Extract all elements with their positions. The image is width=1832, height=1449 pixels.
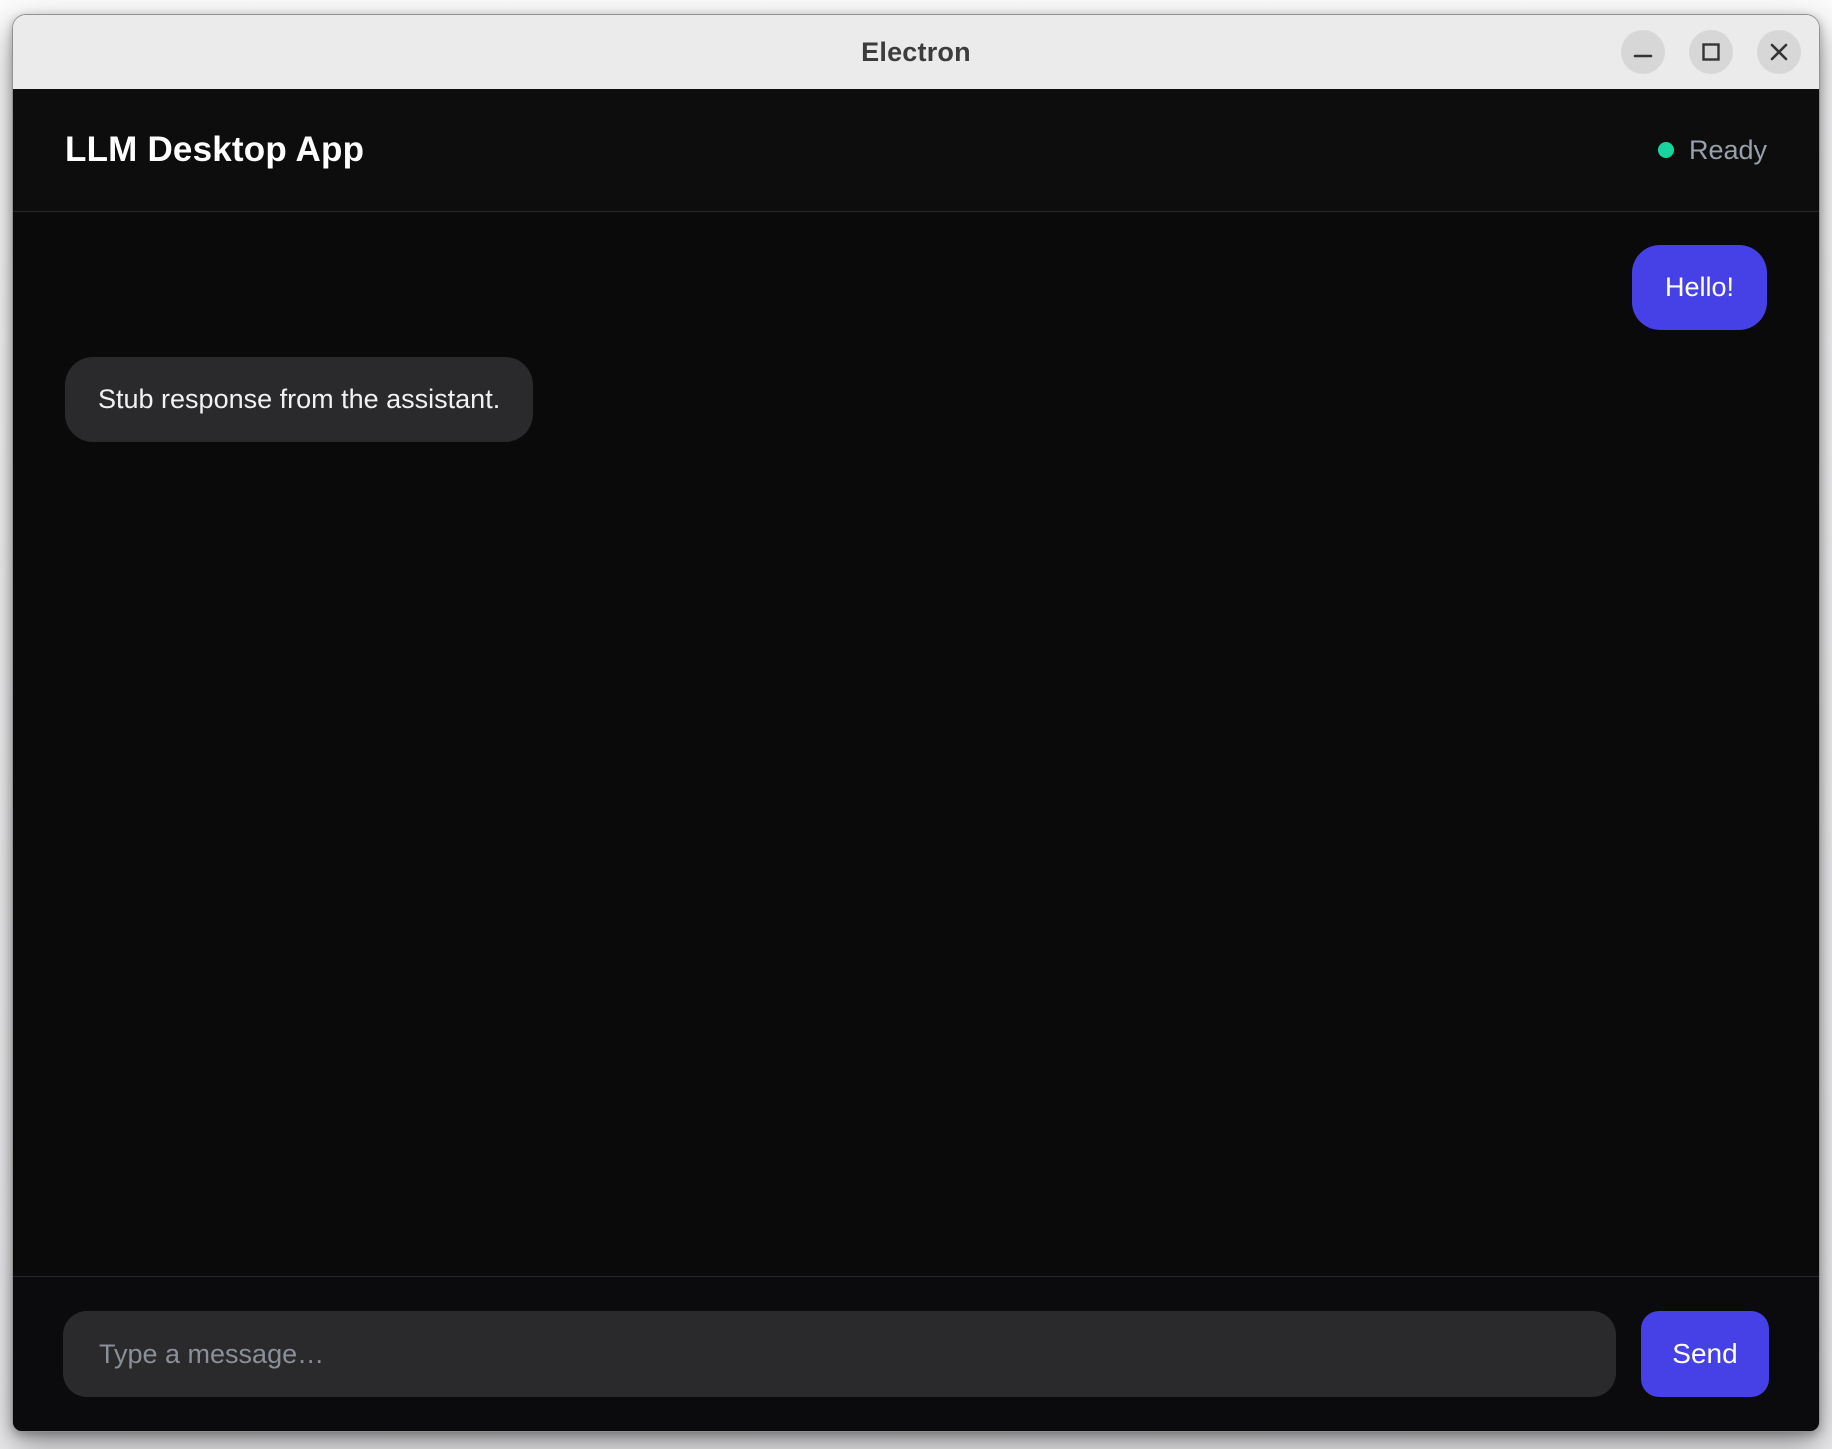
message-text: Hello! [1665,272,1734,302]
status-dot-icon [1658,142,1674,158]
app-content: LLM Desktop App Ready Hello! Stub respon… [13,89,1819,1431]
status-indicator: Ready [1658,135,1767,166]
window-controls [1621,15,1801,89]
app-window: Electron [12,14,1820,1432]
minimize-icon [1632,41,1654,63]
send-button[interactable]: Send [1641,1311,1769,1397]
message-bubble-assistant: Stub response from the assistant. [65,357,533,442]
desktop-background: Electron [0,0,1832,1449]
close-button[interactable] [1757,30,1801,74]
maximize-button[interactable] [1689,30,1733,74]
app-title: LLM Desktop App [65,130,364,170]
composer-bar: Send [13,1276,1819,1431]
minimize-button[interactable] [1621,30,1665,74]
chat-message-list: Hello! Stub response from the assistant. [13,212,1819,1276]
status-text: Ready [1689,135,1767,166]
message-text: Stub response from the assistant. [98,384,500,414]
app-header: LLM Desktop App Ready [13,89,1819,212]
message-bubble-user: Hello! [1632,245,1767,330]
window-title: Electron [861,37,971,68]
window-titlebar: Electron [13,15,1819,89]
close-icon [1768,41,1790,63]
maximize-icon [1700,41,1722,63]
message-input[interactable] [63,1311,1616,1397]
